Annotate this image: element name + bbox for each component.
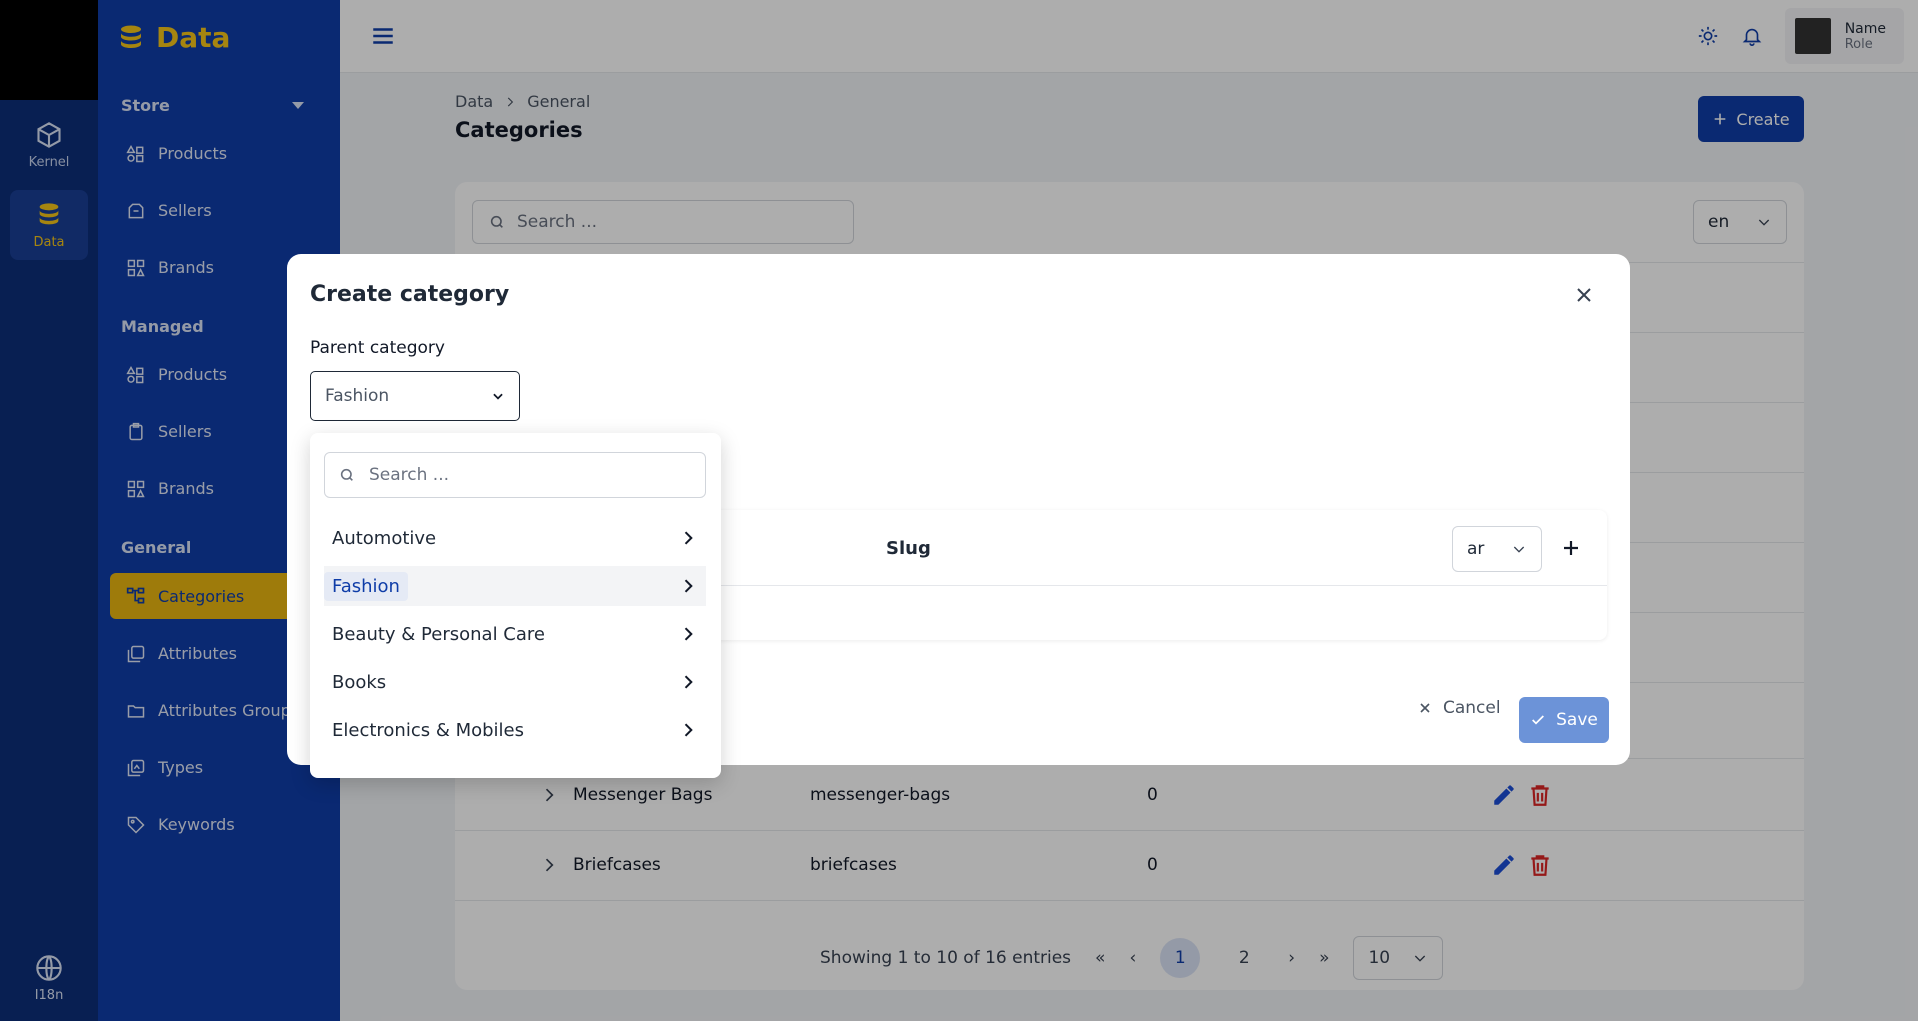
chevron-right-icon — [684, 723, 693, 737]
search-icon — [340, 468, 353, 481]
translation-language-value: ar — [1467, 539, 1485, 559]
chevron-right-icon — [684, 675, 693, 689]
save-button[interactable]: Save — [1519, 697, 1609, 743]
dropdown-option-electronics[interactable]: Electronics & Mobiles — [324, 710, 706, 750]
save-label: Save — [1556, 710, 1598, 730]
dropdown-search-placeholder: Search ... — [369, 465, 450, 485]
option-label: Books — [332, 671, 387, 693]
chevron-down-icon — [1513, 546, 1525, 553]
cancel-button[interactable]: Cancel — [1417, 698, 1501, 718]
chevron-right-icon — [684, 579, 693, 593]
parent-category-value: Fashion — [325, 386, 390, 406]
translation-language-select[interactable]: ar — [1452, 526, 1542, 572]
check-icon — [1532, 715, 1545, 725]
close-icon — [1420, 703, 1430, 713]
dropdown-option-automotive[interactable]: Automotive — [324, 518, 706, 558]
option-label: Automotive — [332, 527, 437, 549]
modal-title: Create category — [310, 282, 510, 307]
close-icon[interactable] — [1572, 283, 1596, 307]
chevron-right-icon — [684, 627, 693, 641]
chevron-down-icon — [493, 393, 503, 400]
slug-header: Slug — [886, 538, 931, 559]
cancel-label: Cancel — [1443, 698, 1501, 718]
option-label: Electronics & Mobiles — [332, 719, 525, 741]
option-label: Fashion — [324, 571, 408, 601]
dropdown-option-beauty[interactable]: Beauty & Personal Care — [324, 614, 706, 654]
dropdown-option-books[interactable]: Books — [324, 662, 706, 702]
parent-category-select[interactable]: Fashion — [310, 371, 520, 421]
add-translation-icon[interactable] — [1559, 536, 1583, 560]
parent-category-label: Parent category — [310, 338, 445, 358]
option-label: Beauty & Personal Care — [332, 623, 545, 645]
parent-category-dropdown: Search ... Automotive Fashion Beauty & P… — [310, 433, 721, 778]
chevron-right-icon — [684, 531, 693, 545]
dropdown-search-input[interactable]: Search ... — [324, 452, 706, 498]
dropdown-option-fashion[interactable]: Fashion — [324, 566, 706, 606]
app: Kernel Data I18n Data Store Products Sel… — [0, 0, 1918, 1021]
divider — [687, 585, 1607, 586]
